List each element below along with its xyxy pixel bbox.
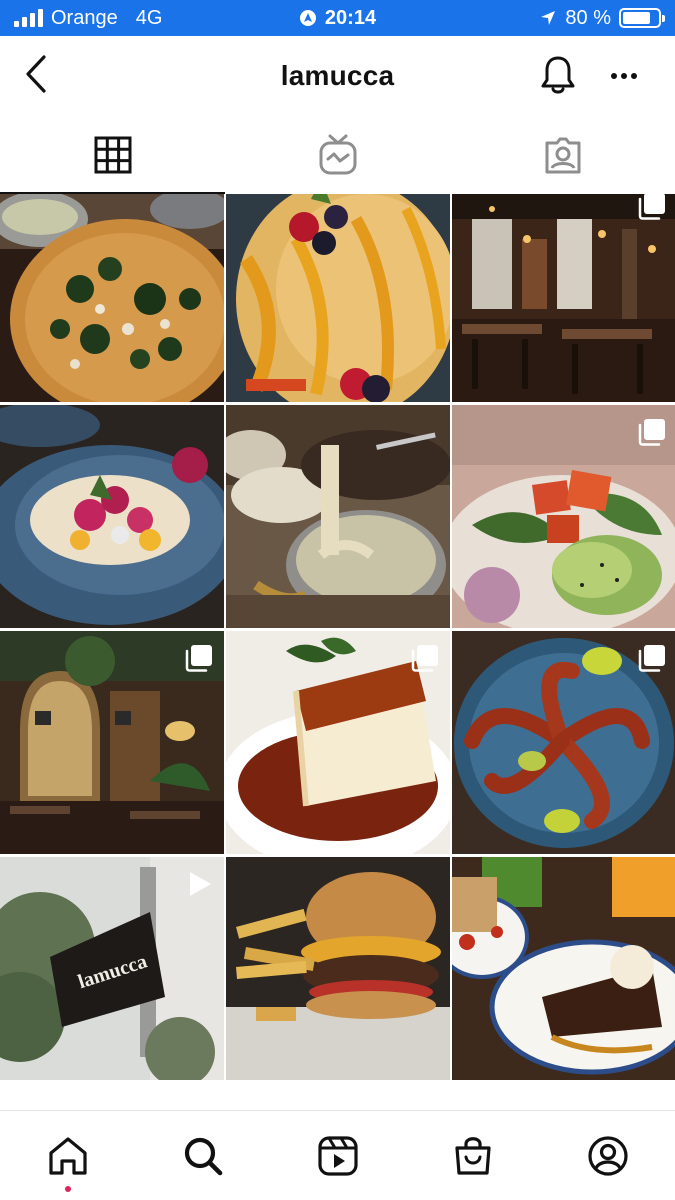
post-image xyxy=(226,405,450,628)
post-tile-restaurant-interior[interactable] xyxy=(452,194,675,402)
post-tile-burger[interactable] xyxy=(226,857,450,1080)
tagged-icon xyxy=(545,137,580,174)
battery-fill xyxy=(623,12,651,24)
post-tile-cheesecake[interactable] xyxy=(226,631,450,854)
page-title: lamucca xyxy=(280,60,395,91)
post-image xyxy=(0,405,224,628)
shop-icon xyxy=(454,1136,491,1175)
status-center: 20:14 xyxy=(254,7,421,30)
tab-igtv[interactable] xyxy=(225,116,450,194)
post-tile-terrace[interactable] xyxy=(0,631,224,854)
notifications-button[interactable] xyxy=(538,54,578,96)
post-image xyxy=(226,194,450,402)
reels-icon xyxy=(317,1135,358,1176)
post-tile-brownie[interactable] xyxy=(452,857,675,1080)
post-tile-poke-bowl[interactable] xyxy=(452,405,675,628)
home-icon xyxy=(48,1136,87,1175)
igtv-icon xyxy=(319,134,356,175)
carousel-icon xyxy=(638,419,665,446)
profile-icon xyxy=(587,1135,628,1176)
post-tile-storefront-sign[interactable]: lamucca xyxy=(0,857,224,1080)
profile-header: lamucca xyxy=(0,36,675,116)
nav-search[interactable] xyxy=(135,1111,270,1200)
signal-icon xyxy=(14,9,43,27)
carousel-icon xyxy=(638,645,665,672)
nav-shop[interactable] xyxy=(405,1111,540,1200)
post-image xyxy=(0,194,224,402)
battery-percent: 80 % xyxy=(565,6,611,29)
location-sharing-icon xyxy=(299,10,316,26)
post-tile-fondue[interactable] xyxy=(226,405,450,628)
post-tile-octopus[interactable] xyxy=(452,631,675,854)
chevron-left-icon xyxy=(26,55,46,93)
grid-icon xyxy=(94,136,131,174)
post-tile-pizza[interactable] xyxy=(0,194,224,402)
more-options-button[interactable] xyxy=(604,60,644,92)
bell-icon xyxy=(541,56,575,94)
notification-dot xyxy=(64,1186,71,1192)
search-icon xyxy=(184,1137,222,1175)
carousel-icon xyxy=(638,194,665,220)
tab-grid[interactable] xyxy=(0,116,225,194)
posts-grid: lamucca xyxy=(0,194,675,1110)
nav-profile[interactable] xyxy=(540,1111,675,1200)
video-play-icon xyxy=(190,872,211,896)
status-bar: Orange 4G 20:14 80 % xyxy=(0,0,675,36)
tab-tagged[interactable] xyxy=(450,116,675,194)
post-image xyxy=(452,194,675,402)
post-tile-tacos[interactable] xyxy=(0,405,224,628)
status-left: Orange 4G xyxy=(14,7,254,30)
post-tile-crepes[interactable] xyxy=(226,194,450,402)
more-icon xyxy=(611,73,637,79)
carrier-label: Orange xyxy=(51,6,118,29)
nav-home[interactable] xyxy=(0,1111,135,1200)
network-label: 4G xyxy=(135,6,163,29)
clock: 20:14 xyxy=(324,6,377,29)
carousel-icon xyxy=(411,645,438,672)
nav-reels[interactable] xyxy=(270,1111,405,1200)
post-image xyxy=(452,857,675,1080)
bottom-nav xyxy=(0,1110,675,1200)
status-right: 80 % xyxy=(421,6,665,30)
location-arrow-icon xyxy=(541,11,556,25)
back-button[interactable] xyxy=(20,54,52,94)
profile-tabs xyxy=(0,116,675,194)
carousel-icon xyxy=(185,645,212,672)
battery-icon xyxy=(619,8,665,28)
post-image xyxy=(226,857,450,1080)
